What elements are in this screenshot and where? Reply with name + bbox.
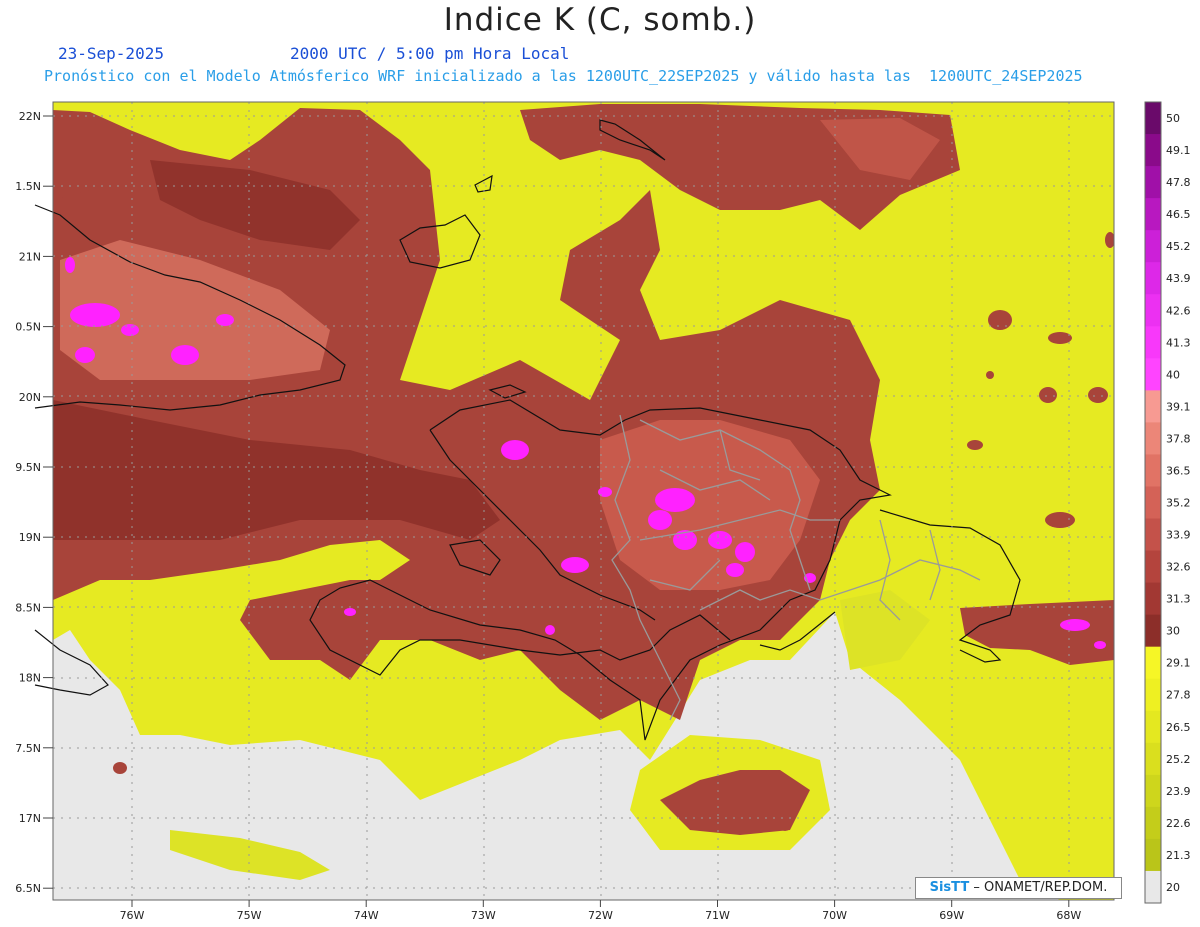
colorbar-swatch xyxy=(1145,422,1161,455)
lon-label: 73W xyxy=(471,909,496,922)
colorbar-swatch xyxy=(1145,294,1161,327)
lon-label: 74W xyxy=(354,909,379,922)
colorbar-label: 29.1 xyxy=(1166,657,1191,670)
lat-label: 9.5N xyxy=(15,461,41,474)
colorbar-label: 35.2 xyxy=(1166,497,1191,510)
colorbar-swatch xyxy=(1145,454,1161,487)
colorbar-swatch xyxy=(1145,678,1161,712)
lon-label: 68W xyxy=(1056,909,1081,922)
colorbar-swatch xyxy=(1145,390,1161,423)
colorbar-swatch xyxy=(1145,646,1161,680)
colorbar-swatch xyxy=(1145,262,1161,295)
lon-label: 72W xyxy=(588,909,613,922)
colorbar-swatch xyxy=(1145,358,1161,391)
colorbar-label: 32.6 xyxy=(1166,561,1191,574)
colorbar-label: 50 xyxy=(1166,112,1180,125)
colorbar-label: 30 xyxy=(1166,625,1180,638)
colorbar-label: 33.9 xyxy=(1166,529,1191,542)
colorbar-swatch xyxy=(1145,806,1161,840)
lon-label: 69W xyxy=(939,909,964,922)
lat-labels: 22N 1.5N 21N 0.5N 20N 9.5N 19N 8.5N 18N 7.5N 17N 6.… xyxy=(15,110,53,895)
lat-label: 1.5N xyxy=(15,180,41,193)
colorbar-label: 25.2 xyxy=(1166,753,1191,766)
colorbar-label: 49.1 xyxy=(1166,144,1191,157)
colorbar-label: 39.1 xyxy=(1166,400,1191,413)
colorbar-swatch xyxy=(1145,134,1161,167)
colorbar-label: 43.9 xyxy=(1166,272,1191,285)
colorbar-swatch xyxy=(1145,582,1161,616)
colorbar-swatch xyxy=(1145,614,1161,648)
k-index-map: 22N 1.5N 21N 0.5N 20N 9.5N 19N 8.5N 18N 7.5N 17N 6.… xyxy=(15,101,1191,922)
credit-brand: SisTT xyxy=(929,880,970,895)
colorbar-label: 22.6 xyxy=(1166,817,1191,830)
colorbar-swatch xyxy=(1145,326,1161,359)
colorbar-label: 23.9 xyxy=(1166,785,1191,798)
lat-label: 6.5N xyxy=(15,882,41,895)
lat-label: 19N xyxy=(19,531,41,544)
lat-label: 22N xyxy=(19,110,41,123)
lon-label: 70W xyxy=(822,909,847,922)
colorbar-label: 36.5 xyxy=(1166,464,1191,477)
colorbar-swatch xyxy=(1145,198,1161,231)
colorbar-swatch xyxy=(1145,550,1161,584)
colorbar-swatch xyxy=(1145,710,1161,744)
colorbar-swatch xyxy=(1145,486,1161,520)
credit-org: – ONAMET/REP.DOM. xyxy=(973,880,1108,895)
colorbar-label: 27.8 xyxy=(1166,689,1191,702)
colorbar-label: 40 xyxy=(1166,368,1180,381)
colorbar-label: 46.5 xyxy=(1166,208,1191,221)
colorbar-label: 42.6 xyxy=(1166,304,1191,317)
lon-label: 76W xyxy=(120,909,145,922)
colorbar-swatch xyxy=(1145,518,1161,552)
colorbar-swatch xyxy=(1145,870,1161,904)
lat-label: 17N xyxy=(19,812,41,825)
lat-label: 0.5N xyxy=(15,321,41,334)
lat-label: 18N xyxy=(19,672,41,685)
colorbar-label: 47.8 xyxy=(1166,176,1191,189)
colorbar-swatch xyxy=(1145,230,1161,263)
lat-label: 20N xyxy=(19,391,41,404)
colorbar-label: 37.8 xyxy=(1166,432,1191,445)
colorbar: 50 49.1 47.8 46.5 45.2 43.9 42.6 41.3 40 39.1 37.8… xyxy=(1144,101,1191,904)
lon-label: 71W xyxy=(705,909,730,922)
colorbar-swatch xyxy=(1145,102,1161,135)
lon-labels: 76W 75W 74W 73W 72W 71W 70W 69W 68W xyxy=(120,900,1081,922)
colorbar-swatch xyxy=(1145,742,1161,776)
colorbar-swatch xyxy=(1145,838,1161,872)
colorbar-label: 31.3 xyxy=(1166,593,1191,606)
credit-box: SisTT – ONAMET/REP.DOM. xyxy=(915,877,1122,899)
colorbar-label: 21.3 xyxy=(1166,849,1191,862)
colorbar-label: 26.5 xyxy=(1166,721,1191,734)
colorbar-swatch xyxy=(1145,774,1161,808)
colorbar-swatch xyxy=(1145,166,1161,199)
lon-label: 75W xyxy=(237,909,262,922)
lat-label: 8.5N xyxy=(15,601,41,614)
colorbar-label: 45.2 xyxy=(1166,240,1191,253)
colorbar-label: 41.3 xyxy=(1166,336,1191,349)
colorbar-label: 20 xyxy=(1166,881,1180,894)
lat-label: 21N xyxy=(19,250,41,263)
lat-label: 7.5N xyxy=(15,742,41,755)
